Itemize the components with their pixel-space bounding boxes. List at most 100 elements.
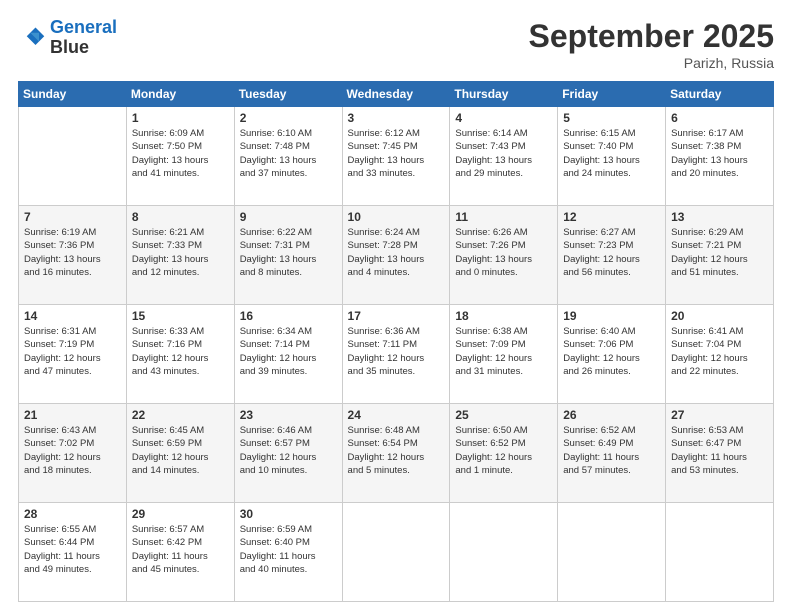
day-number: 20 xyxy=(671,309,768,323)
day-info: Sunrise: 6:38 AMSunset: 7:09 PMDaylight:… xyxy=(455,325,552,378)
table-row: 27 Sunrise: 6:53 AMSunset: 6:47 PMDayligh… xyxy=(666,404,774,503)
table-row: 2Sunrise: 6:10 AMSunset: 7:48 PMDaylight… xyxy=(234,107,342,206)
day-number: 18 xyxy=(455,309,552,323)
table-row: 9Sunrise: 6:22 AMSunset: 7:31 PMDaylight… xyxy=(234,206,342,305)
calendar-week-row: 28 Sunrise: 6:55 AMSunset: 6:44 PMDayligh… xyxy=(19,503,774,602)
header-friday: Friday xyxy=(558,82,666,107)
table-row: 4 Sunrise: 6:14 AMSunset: 7:43 PMDaylight… xyxy=(450,107,558,206)
day-info: Sunrise: 6:40 AMSunset: 7:06 PMDaylight:… xyxy=(563,325,660,378)
day-info: Sunrise: 6:19 AMSunset: 7:36 PMDaylight:… xyxy=(24,226,121,279)
table-row: 21 Sunrise: 6:43 AMSunset: 7:02 PMDayligh… xyxy=(19,404,127,503)
table-row: 11 Sunrise: 6:26 AMSunset: 7:26 PMDayligh… xyxy=(450,206,558,305)
day-number: 16 xyxy=(240,309,337,323)
day-info: Sunrise: 6:14 AMSunset: 7:43 PMDaylight:… xyxy=(455,127,552,180)
table-row xyxy=(558,503,666,602)
table-row: 24 Sunrise: 6:48 AMSunset: 6:54 PMDayligh… xyxy=(342,404,450,503)
title-block: September 2025 Parizh, Russia xyxy=(529,18,774,71)
day-info: Sunrise: 6:55 AMSunset: 6:44 PMDaylight:… xyxy=(24,523,121,576)
day-number: 10 xyxy=(348,210,445,224)
logo-line1: General xyxy=(50,17,117,37)
day-number: 6 xyxy=(671,111,768,125)
table-row: 19Sunrise: 6:40 AMSunset: 7:06 PMDayligh… xyxy=(558,305,666,404)
day-number: 11 xyxy=(455,210,552,224)
day-number: 4 xyxy=(455,111,552,125)
day-info: Sunrise: 6:48 AMSunset: 6:54 PMDaylight:… xyxy=(348,424,445,477)
table-row: 3 Sunrise: 6:12 AMSunset: 7:45 PMDaylight… xyxy=(342,107,450,206)
header: General Blue September 2025 Parizh, Russ… xyxy=(18,18,774,71)
day-number: 13 xyxy=(671,210,768,224)
table-row: 16Sunrise: 6:34 AMSunset: 7:14 PMDayligh… xyxy=(234,305,342,404)
table-row: 17Sunrise: 6:36 AMSunset: 7:11 PMDayligh… xyxy=(342,305,450,404)
table-row xyxy=(666,503,774,602)
calendar-week-row: 1 Sunrise: 6:09 AMSunset: 7:50 PMDaylight… xyxy=(19,107,774,206)
table-row xyxy=(19,107,127,206)
table-row: 12 Sunrise: 6:27 AMSunset: 7:23 PMDayligh… xyxy=(558,206,666,305)
header-sunday: Sunday xyxy=(19,82,127,107)
day-number: 30 xyxy=(240,507,337,521)
table-row: 25Sunrise: 6:50 AMSunset: 6:52 PMDayligh… xyxy=(450,404,558,503)
table-row: 14 Sunrise: 6:31 AMSunset: 7:19 PMDayligh… xyxy=(19,305,127,404)
day-number: 24 xyxy=(348,408,445,422)
table-row: 1 Sunrise: 6:09 AMSunset: 7:50 PMDaylight… xyxy=(126,107,234,206)
header-saturday: Saturday xyxy=(666,82,774,107)
day-info: Sunrise: 6:43 AMSunset: 7:02 PMDaylight:… xyxy=(24,424,121,477)
day-info: Sunrise: 6:59 AMSunset: 6:40 PMDaylight:… xyxy=(240,523,337,576)
logo: General Blue xyxy=(18,18,117,58)
month-title: September 2025 xyxy=(529,18,774,55)
day-number: 29 xyxy=(132,507,229,521)
day-number: 14 xyxy=(24,309,121,323)
location: Parizh, Russia xyxy=(529,55,774,71)
day-number: 27 xyxy=(671,408,768,422)
calendar-week-row: 21 Sunrise: 6:43 AMSunset: 7:02 PMDayligh… xyxy=(19,404,774,503)
table-row xyxy=(450,503,558,602)
day-info: Sunrise: 6:57 AMSunset: 6:42 PMDaylight:… xyxy=(132,523,229,576)
day-info: Sunrise: 6:09 AMSunset: 7:50 PMDaylight:… xyxy=(132,127,229,180)
day-info: Sunrise: 6:46 AMSunset: 6:57 PMDaylight:… xyxy=(240,424,337,477)
day-info: Sunrise: 6:17 AMSunset: 7:38 PMDaylight:… xyxy=(671,127,768,180)
day-number: 7 xyxy=(24,210,121,224)
day-info: Sunrise: 6:53 AMSunset: 6:47 PMDaylight:… xyxy=(671,424,768,477)
table-row: 5Sunrise: 6:15 AMSunset: 7:40 PMDaylight… xyxy=(558,107,666,206)
day-number: 9 xyxy=(240,210,337,224)
day-info: Sunrise: 6:45 AMSunset: 6:59 PMDaylight:… xyxy=(132,424,229,477)
header-tuesday: Tuesday xyxy=(234,82,342,107)
day-info: Sunrise: 6:29 AMSunset: 7:21 PMDaylight:… xyxy=(671,226,768,279)
day-info: Sunrise: 6:12 AMSunset: 7:45 PMDaylight:… xyxy=(348,127,445,180)
calendar-week-row: 7 Sunrise: 6:19 AMSunset: 7:36 PMDaylight… xyxy=(19,206,774,305)
table-row: 22 Sunrise: 6:45 AMSunset: 6:59 PMDayligh… xyxy=(126,404,234,503)
day-info: Sunrise: 6:36 AMSunset: 7:11 PMDaylight:… xyxy=(348,325,445,378)
day-number: 21 xyxy=(24,408,121,422)
day-info: Sunrise: 6:31 AMSunset: 7:19 PMDaylight:… xyxy=(24,325,121,378)
table-row: 8 Sunrise: 6:21 AMSunset: 7:33 PMDaylight… xyxy=(126,206,234,305)
day-number: 28 xyxy=(24,507,121,521)
day-number: 8 xyxy=(132,210,229,224)
table-row: 28 Sunrise: 6:55 AMSunset: 6:44 PMDayligh… xyxy=(19,503,127,602)
day-number: 22 xyxy=(132,408,229,422)
calendar-table: Sunday Monday Tuesday Wednesday Thursday… xyxy=(18,81,774,602)
table-row: 20 Sunrise: 6:41 AMSunset: 7:04 PMDayligh… xyxy=(666,305,774,404)
day-info: Sunrise: 6:24 AMSunset: 7:28 PMDaylight:… xyxy=(348,226,445,279)
logo-text: General Blue xyxy=(50,18,117,58)
day-info: Sunrise: 6:41 AMSunset: 7:04 PMDaylight:… xyxy=(671,325,768,378)
day-number: 12 xyxy=(563,210,660,224)
table-row: 23 Sunrise: 6:46 AMSunset: 6:57 PMDayligh… xyxy=(234,404,342,503)
day-number: 1 xyxy=(132,111,229,125)
day-info: Sunrise: 6:26 AMSunset: 7:26 PMDaylight:… xyxy=(455,226,552,279)
table-row: 26Sunrise: 6:52 AMSunset: 6:49 PMDayligh… xyxy=(558,404,666,503)
day-info: Sunrise: 6:27 AMSunset: 7:23 PMDaylight:… xyxy=(563,226,660,279)
day-number: 23 xyxy=(240,408,337,422)
table-row: 18 Sunrise: 6:38 AMSunset: 7:09 PMDayligh… xyxy=(450,305,558,404)
table-row: 13 Sunrise: 6:29 AMSunset: 7:21 PMDayligh… xyxy=(666,206,774,305)
day-number: 3 xyxy=(348,111,445,125)
table-row xyxy=(342,503,450,602)
day-number: 26 xyxy=(563,408,660,422)
day-info: Sunrise: 6:21 AMSunset: 7:33 PMDaylight:… xyxy=(132,226,229,279)
table-row: 15Sunrise: 6:33 AMSunset: 7:16 PMDayligh… xyxy=(126,305,234,404)
logo-icon xyxy=(18,24,46,52)
day-number: 15 xyxy=(132,309,229,323)
day-number: 2 xyxy=(240,111,337,125)
logo-line2: Blue xyxy=(50,38,117,58)
table-row: 10 Sunrise: 6:24 AMSunset: 7:28 PMDayligh… xyxy=(342,206,450,305)
header-monday: Monday xyxy=(126,82,234,107)
weekday-header-row: Sunday Monday Tuesday Wednesday Thursday… xyxy=(19,82,774,107)
